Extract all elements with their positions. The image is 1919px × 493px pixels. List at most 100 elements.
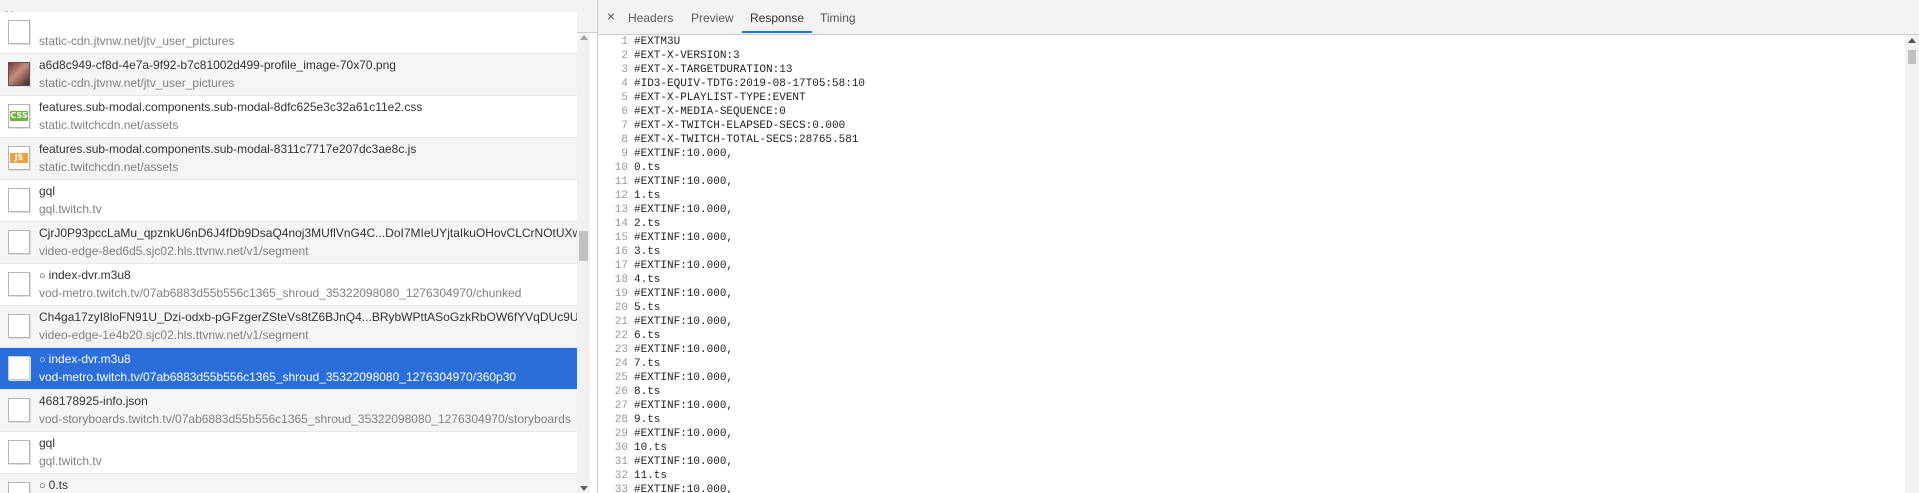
response-line: 29 #EXTINF:10.000, xyxy=(598,427,1904,441)
scroll-up-arrow-icon[interactable] xyxy=(1908,38,1916,43)
tab-headers[interactable]: Headers xyxy=(628,0,673,33)
request-row[interactable]: Ch4ga17zyI8loFN91U_Dzi-odxb-pGFzgerZSteV… xyxy=(0,306,577,348)
request-row[interactable]: 468178925-info.json vod-storyboards.twitc… xyxy=(0,390,577,432)
response-line: 3 #EXT-X-TARGETDURATION:13 xyxy=(598,63,1904,77)
line-number: 11 xyxy=(614,176,628,188)
line-number: 21 xyxy=(614,316,628,328)
line-text: #EXTINF:10.000, xyxy=(634,428,734,440)
scroll-up-arrow-icon[interactable] xyxy=(580,35,588,40)
request-row-selected[interactable]: ○ index-dvr.m3u8 vod-metro.twitch.tv/07ab6… xyxy=(0,348,577,390)
request-row[interactable]: gql gql.twitch.tv xyxy=(0,180,577,222)
request-row[interactable]: JS features.sub-modal.components.sub-moda… xyxy=(0,138,577,180)
line-number: 29 xyxy=(614,428,628,440)
line-number: 23 xyxy=(614,344,628,356)
request-name-text: a6d8c949-cf8d-4e7a-9f92-b7c81002d499-pro… xyxy=(39,58,396,72)
line-text: 5.ts xyxy=(634,302,661,314)
response-scrollbar[interactable] xyxy=(1905,35,1919,493)
response-line: 21 #EXTINF:10.000, xyxy=(598,315,1904,329)
line-text: #EXTINF:10.000, xyxy=(634,260,734,272)
line-number: 7 xyxy=(621,120,628,132)
line-text: #EXTINF:10.000, xyxy=(634,372,734,384)
tab-response[interactable]: Response xyxy=(742,0,813,33)
response-line: 18 4.ts xyxy=(598,273,1904,287)
blank-file-icon xyxy=(8,230,30,254)
pending-indicator-icon: ○ xyxy=(39,480,46,492)
request-domain: vod-metro.twitch.tv/07ab6883d55b556c1365… xyxy=(39,370,517,384)
response-line: 30 10.ts xyxy=(598,441,1904,455)
request-name: features.sub-modal.components.sub-modal-… xyxy=(39,142,577,156)
line-text: #EXTINF:10.000, xyxy=(634,148,734,160)
request-name: Ch4ga17zyI8loFN91U_Dzi-odxb-pGFzgerZSteV… xyxy=(39,310,577,324)
response-line: 12 1.ts xyxy=(598,189,1904,203)
line-number: 18 xyxy=(614,274,628,286)
line-text: 6.ts xyxy=(634,330,661,342)
line-text: #EXT-X-MEDIA-SEQUENCE:0 xyxy=(634,106,786,118)
line-number: 2 xyxy=(621,50,628,62)
request-domain: static.twitchcdn.net/assets xyxy=(39,160,179,174)
line-text: 0.ts xyxy=(634,162,661,174)
response-line: 6 #EXT-X-MEDIA-SEQUENCE:0 xyxy=(598,105,1904,119)
line-text: #EXTINF:10.000, xyxy=(634,484,734,493)
request-rows: static-cdn.jtvnw.net/jtv_user_pictures a6… xyxy=(0,12,577,493)
request-list-scrollbar[interactable] xyxy=(577,33,590,493)
line-text: 9.ts xyxy=(634,414,661,426)
line-text: 3.ts xyxy=(634,246,661,258)
response-line: 5 #EXT-X-PLAYLIST-TYPE:EVENT xyxy=(598,91,1904,105)
response-line: 1 #EXTM3U xyxy=(598,35,1904,49)
response-line: 19 #EXTINF:10.000, xyxy=(598,287,1904,301)
request-domain: vod-storyboards.twitch.tv/07ab6883d55b55… xyxy=(39,412,571,426)
request-row[interactable]: ○0.tsvod-metro.twitch.tv/07ab6883d55b556… xyxy=(0,474,577,493)
blank-file-icon xyxy=(8,440,30,464)
request-name: gql xyxy=(39,184,577,198)
response-line: 2 #EXT-X-VERSION:3 xyxy=(598,49,1904,63)
line-text: #EXTM3U xyxy=(634,36,681,48)
response-body-viewer[interactable]: 1 #EXTM3U 2 #EXT-X-VERSION:3 3 #EXT-X-TARGETD… xyxy=(598,35,1904,493)
request-row[interactable]: CjrJ0P93pccLaMu_qpznkU6nD6J4fDb9DsaQ4noj… xyxy=(0,222,577,264)
line-text: #EXT-X-VERSION:3 xyxy=(634,50,740,62)
request-name: CjrJ0P93pccLaMu_qpznkU6nD6J4fDb9DsaQ4noj… xyxy=(39,226,577,240)
pending-indicator-icon: ○ xyxy=(39,270,46,282)
line-text: 1.ts xyxy=(634,190,661,202)
line-number: 5 xyxy=(621,92,628,104)
line-number: 20 xyxy=(614,302,628,314)
response-line: 22 6.ts xyxy=(598,329,1904,343)
request-row[interactable]: a6d8c949-cf8d-4e7a-9f92-b7c81002d499-pro… xyxy=(0,54,577,96)
request-row[interactable]: CSS features.sub-modal.components.sub-mod… xyxy=(0,96,577,138)
close-icon[interactable]: × xyxy=(604,9,618,23)
line-number: 15 xyxy=(614,232,628,244)
response-line: 31 #EXTINF:10.000, xyxy=(598,455,1904,469)
line-number: 31 xyxy=(614,456,628,468)
scrollbar-thumb[interactable] xyxy=(1908,50,1916,64)
line-text: 4.ts xyxy=(634,274,661,286)
line-number: 26 xyxy=(614,386,628,398)
request-domain: gql.twitch.tv xyxy=(39,454,102,468)
tab-timing[interactable]: Timing xyxy=(820,0,856,33)
line-number: 10 xyxy=(614,162,628,174)
request-name: gql xyxy=(39,436,577,450)
line-text: #EXT-X-TARGETDURATION:13 xyxy=(634,64,793,76)
request-row[interactable]: static-cdn.jtvnw.net/jtv_user_pictures xyxy=(0,12,577,54)
response-line: 10 0.ts xyxy=(598,161,1904,175)
line-text: #EXTINF:10.000, xyxy=(634,344,734,356)
line-number: 32 xyxy=(614,470,628,482)
response-line: 17 #EXTINF:10.000, xyxy=(598,259,1904,273)
line-text: 2.ts xyxy=(634,218,661,230)
request-row[interactable]: ○ index-dvr.m3u8 vod-metro.twitch.tv/07ab6… xyxy=(0,264,577,306)
response-line: 25 #EXTINF:10.000, xyxy=(598,371,1904,385)
response-line: 13 #EXTINF:10.000, xyxy=(598,203,1904,217)
blank-file-icon xyxy=(8,188,30,212)
request-name-text: features.sub-modal.components.sub-modal-… xyxy=(39,100,423,114)
scroll-down-arrow-icon[interactable] xyxy=(580,486,588,491)
request-domain: static-cdn.jtvnw.net/jtv_user_pictures xyxy=(39,34,235,48)
line-number: 22 xyxy=(614,330,628,342)
request-domain: static.twitchcdn.net/assets xyxy=(39,118,179,132)
request-detail-panel: × Headers Preview Response Timing 1 #EXTM… xyxy=(598,0,1919,493)
request-name-text: gql xyxy=(39,184,56,198)
request-domain: video-edge-8ed6d5.sjc02.hls.ttvnw.net/v1… xyxy=(39,244,309,258)
line-text: 11.ts xyxy=(634,470,668,482)
request-row[interactable]: gql gql.twitch.tv xyxy=(0,432,577,474)
line-number: 6 xyxy=(621,106,628,118)
scrollbar-thumb[interactable] xyxy=(579,231,588,261)
tab-preview[interactable]: Preview xyxy=(691,0,734,33)
request-domain: video-edge-1e4b20.sjc02.hls.ttvnw.net/v1… xyxy=(39,328,309,342)
